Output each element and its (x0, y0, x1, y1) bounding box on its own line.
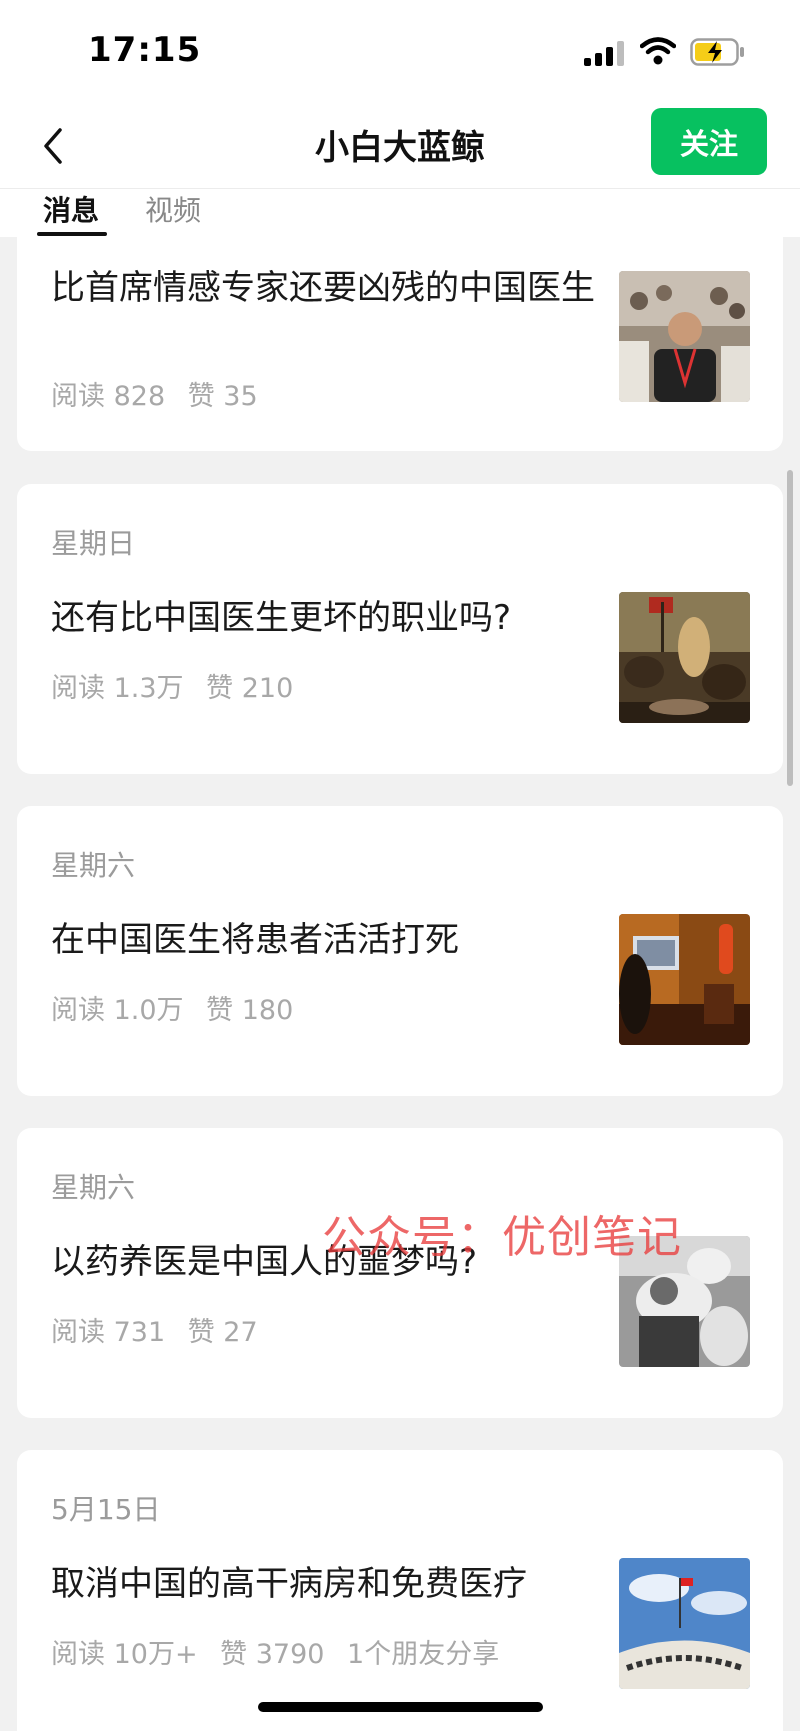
article-stats: 阅读 1.0万 赞 180 (51, 988, 307, 1027)
read-count: 阅读 1.0万 (51, 995, 184, 1026)
article-card[interactable]: 星期日 还有比中国医生更坏的职业吗? 阅读 1.3万 赞 210 (17, 484, 783, 774)
status-bar: 17:15 (0, 0, 800, 104)
article-date: 5月15日 (51, 1493, 161, 1526)
article-thumbnail (619, 592, 750, 723)
article-list[interactable]: 比首席情感专家还要凶残的中国医生 阅读 828 赞 35 星期日 还有比中国医生… (0, 236, 800, 1731)
article-thumbnail (619, 1558, 750, 1689)
article-title: 取消中国的高干病房和免费医疗 (51, 1564, 527, 1604)
read-count: 阅读 828 (51, 381, 166, 412)
like-count: 赞 35 (187, 381, 258, 412)
home-indicator[interactable] (258, 1702, 543, 1712)
tab-messages[interactable]: 消息 (43, 189, 99, 229)
wifi-icon (640, 37, 676, 65)
article-date: 星期六 (51, 1171, 136, 1204)
article-thumbnail (619, 271, 750, 402)
cellular-signal-icon (584, 40, 624, 66)
article-card[interactable]: 星期六 以药养医是中国人的噩梦吗? 阅读 731 赞 27 (17, 1128, 783, 1418)
read-count: 阅读 731 (51, 1317, 166, 1348)
article-stats: 阅读 731 赞 27 (51, 1310, 272, 1349)
article-thumbnail (619, 914, 750, 1045)
article-title: 在中国医生将患者活活打死 (51, 920, 459, 960)
watermark-text: 公众号：优创笔记 (322, 1212, 682, 1263)
like-count: 赞 3790 (220, 1639, 325, 1670)
like-count: 赞 210 (206, 673, 294, 704)
like-count: 赞 27 (187, 1317, 258, 1348)
article-card[interactable]: 比首席情感专家还要凶残的中国医生 阅读 828 赞 35 (17, 236, 783, 451)
tab-bar: 消息 视频 (0, 188, 800, 237)
article-stats: 阅读 10万+ 赞 3790 1个朋友分享 (51, 1632, 513, 1671)
article-card[interactable]: 5月15日 取消中国的高干病房和免费医疗 阅读 10万+ 赞 3790 1个朋友… (17, 1450, 783, 1731)
share-count: 1个朋友分享 (347, 1639, 500, 1670)
article-stats: 阅读 1.3万 赞 210 (51, 666, 307, 705)
article-card[interactable]: 星期六 在中国医生将患者活活打死 阅读 1.0万 赞 180 (17, 806, 783, 1096)
tab-videos[interactable]: 视频 (145, 189, 201, 229)
article-title: 还有比中国医生更坏的职业吗? (51, 598, 512, 638)
like-count: 赞 180 (206, 995, 294, 1026)
battery-charging-icon (690, 38, 744, 66)
follow-button[interactable]: 关注 (651, 108, 767, 175)
article-date: 星期六 (51, 849, 136, 882)
read-count: 阅读 1.3万 (51, 673, 184, 704)
navigation-bar: 小白大蓝鲸 关注 (0, 104, 800, 188)
scrollbar[interactable] (787, 470, 793, 786)
article-title: 比首席情感专家还要凶残的中国医生 (51, 268, 595, 308)
article-stats: 阅读 828 赞 35 (51, 374, 272, 413)
article-date: 星期日 (51, 527, 136, 560)
read-count: 阅读 10万+ (51, 1639, 198, 1670)
status-time: 17:15 (88, 30, 202, 70)
